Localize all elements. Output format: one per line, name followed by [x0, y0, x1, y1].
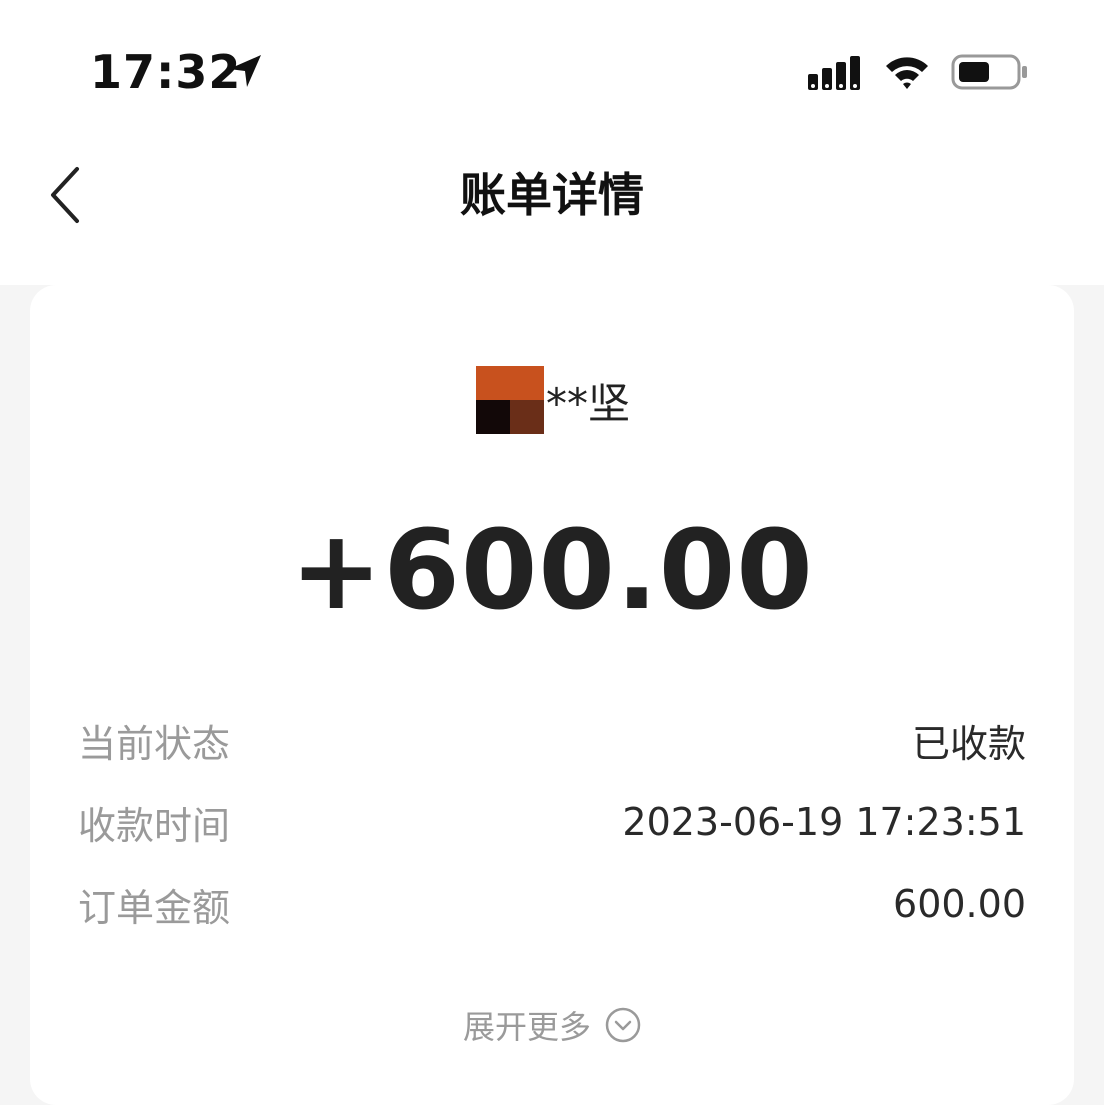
- transaction-amount: +600.00: [290, 506, 814, 634]
- detail-row-status: 当前状态 已收款: [78, 710, 1026, 770]
- wifi-icon: [886, 57, 928, 89]
- detail-value: 600.00: [893, 882, 1026, 926]
- detail-value: 2023-06-19 17:23:51: [622, 800, 1026, 844]
- page-title: 账单详情: [460, 168, 644, 222]
- status-time: 17:32: [90, 45, 242, 99]
- signal-icon: [808, 56, 860, 90]
- expand-more-label: 展开更多: [462, 1008, 591, 1046]
- location-arrow-icon: [229, 55, 261, 87]
- detail-label: 当前状态: [78, 721, 231, 766]
- payer-name: **坚: [546, 379, 631, 428]
- detail-label: 订单金额: [78, 885, 231, 930]
- detail-row-time: 收款时间 2023-06-19 17:23:51: [78, 792, 1026, 852]
- chevron-down-circle-icon: [605, 1007, 641, 1043]
- battery-icon: [951, 54, 1027, 90]
- detail-row-order-amount: 订单金额 600.00: [78, 874, 1026, 934]
- detail-value: 已收款: [911, 721, 1026, 766]
- header-area: [0, 0, 1104, 285]
- expand-more-button[interactable]: 展开更多: [0, 1000, 1104, 1050]
- payer-avatar: [476, 366, 544, 434]
- detail-label: 收款时间: [78, 803, 231, 848]
